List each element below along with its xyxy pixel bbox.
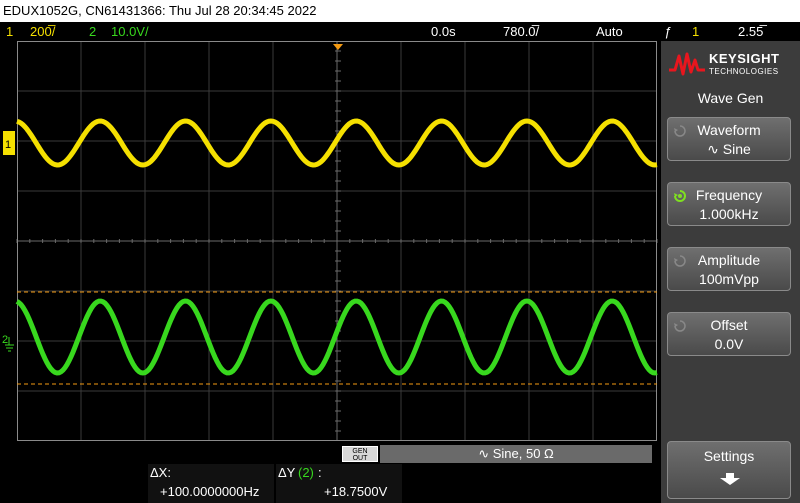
- status-bar: 1 200̅/ 2 10.0V/ 0.0s 780.0̅/ Auto ƒ 1 2…: [0, 22, 800, 41]
- svg-text:1: 1: [5, 139, 11, 151]
- keysight-wave-icon: [669, 52, 705, 76]
- waveform-display: 1 2: [0, 41, 660, 441]
- offset-label: Offset: [710, 317, 748, 333]
- ch1-number[interactable]: 1: [6, 22, 13, 41]
- ch1-ground-marker: 1: [3, 131, 15, 155]
- menu-title: Wave Gen: [697, 90, 764, 106]
- delta-x-value: +100.0000000Hz: [160, 484, 260, 499]
- gen-out-button[interactable]: GEN OUT: [342, 446, 378, 462]
- delta-y-colon: :: [318, 465, 322, 480]
- trigger-source[interactable]: 1: [692, 22, 699, 41]
- svg-text:2: 2: [2, 334, 8, 346]
- keysight-logo: KEYSIGHT TECHNOLOGIES: [661, 45, 800, 81]
- frequency-label: Frequency: [695, 187, 763, 203]
- gen-info: ∿ Sine, 50 Ω: [380, 445, 652, 463]
- ch1-scale[interactable]: 200̅/: [30, 22, 55, 41]
- delta-y-value: +18.7500V: [324, 484, 388, 499]
- delta-y-label: ΔY: [278, 465, 296, 480]
- amplitude-label: Amplitude: [697, 252, 761, 268]
- amplitude-value: 100mVpp: [699, 271, 759, 287]
- ch2-scale[interactable]: 10.0V/: [111, 22, 149, 41]
- time-delay[interactable]: 0.0s: [431, 22, 456, 41]
- trigger-slope-icon: ƒ: [664, 24, 672, 39]
- delta-x-readout: ΔX: +100.0000000Hz: [148, 464, 274, 503]
- delta-y-readout: ΔY (2) : +18.7500V: [276, 464, 402, 503]
- brand-name: KEYSIGHT: [709, 51, 780, 66]
- time-scale[interactable]: 780.0̅/: [503, 22, 539, 41]
- delta-y-channel: (2): [298, 465, 314, 480]
- window-title: EDUX1052G, CN61431366: Thu Jul 28 20:34:…: [0, 0, 800, 22]
- waveform-label: Waveform: [697, 122, 761, 138]
- amplitude-softkey[interactable]: Amplitude 100mVpp: [667, 247, 791, 291]
- waveform-value: ∿ Sine: [707, 141, 751, 157]
- settings-label: Settings: [703, 448, 755, 464]
- offset-value: 0.0V: [714, 336, 744, 352]
- brand-sub: TECHNOLOGIES: [709, 67, 779, 76]
- settings-softkey[interactable]: Settings: [667, 441, 791, 499]
- delta-x-label: ΔX:: [150, 465, 171, 480]
- frequency-value: 1.000kHz: [699, 206, 759, 222]
- trigger-level[interactable]: 2.55̅: [738, 22, 763, 41]
- down-arrow-icon: [720, 473, 740, 485]
- frequency-softkey[interactable]: Frequency 1.000kHz: [667, 182, 791, 226]
- trigger-mode[interactable]: Auto: [596, 22, 623, 41]
- waveform-softkey[interactable]: Waveform ∿ Sine: [667, 117, 791, 161]
- ch2-number[interactable]: 2: [89, 22, 96, 41]
- offset-softkey[interactable]: Offset 0.0V: [667, 312, 791, 356]
